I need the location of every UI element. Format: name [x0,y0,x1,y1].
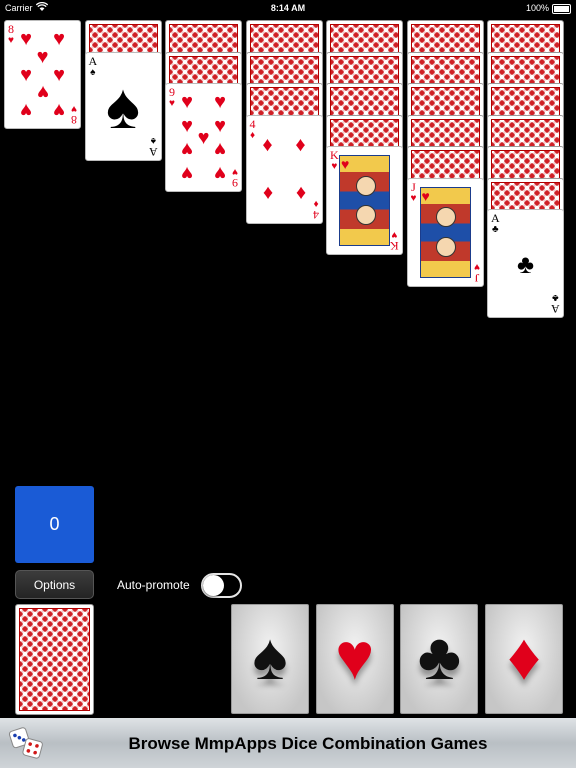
playing-card[interactable]: 4 ♦ 4 ♦ ♦ ♦ ♦ ♦ [245,114,323,224]
spade-icon: ♠ [252,619,288,693]
suit-pip-icon: ♥ [214,161,226,184]
card-corner-index: K ♥ [330,148,339,172]
suit-pip-icon: ♥ [36,80,49,103]
card-rank: K [390,239,399,253]
card-rank: A [88,53,98,68]
card-corner-index: J ♥ [473,260,480,285]
suit-pip-icon: ♥ [181,138,193,161]
card-rank: 8 [8,22,14,36]
card-suit-icon: ♠ [90,66,96,78]
ace-suit-icon: ♠ [106,70,140,142]
suit-pip-icon: ♥ [53,63,65,86]
card-corner-index: 8 ♥ [71,103,77,127]
playing-card[interactable]: 9 ♥ 9 ♥ ♥ ♥ ♥ ♥ ♥ ♥ ♥ ♥ ♥ [165,83,242,192]
card-corner-index: 4 ♦ [312,197,319,222]
suit-pip-icon: ♥ [20,28,32,51]
heart-icon: ♥ [335,619,375,693]
suit-pip-icon: ♥ [214,114,226,137]
card-suit-icon: ♠ [150,134,156,146]
foundation-diamonds[interactable]: ♦ [485,604,564,714]
playing-card[interactable]: A ♠ A ♠ ♠ [84,51,162,161]
card-rank: A [148,144,158,159]
card-suit-icon: ♥ [473,260,480,272]
suit-pip-icon: ♥ [181,161,193,184]
card-corner-index: 9 ♥ [169,85,175,109]
card-rank: K [330,148,339,162]
card-suit-icon: ♥ [71,103,77,114]
card-suit-icon: ♥ [232,166,238,177]
suit-pip-icon: ♦ [295,134,306,157]
suit-pip-icon: ♥ [53,28,65,51]
card-corner-index: 8 ♥ [8,22,14,46]
card-rank: J [411,179,416,194]
card-rank: 9 [232,176,238,190]
card-rank: J [474,270,479,285]
card-corner-index: J ♥ [410,179,417,204]
diamond-icon: ♦ [507,619,541,693]
court-head-icon [436,207,456,228]
card-corner-index: 9 ♥ [232,166,238,190]
card-suit-icon: ♥ [331,161,338,172]
stock-pile[interactable] [15,604,94,715]
court-suit-icon: ♥ [341,156,350,172]
battery-percent: 100% [525,3,549,13]
suit-pip-icon: ♥ [20,63,32,86]
suit-pip-icon: ♥ [36,46,49,69]
status-bar: Carrier 8:14 AM 100% [0,0,576,18]
card-corner-index: A ♠ [88,53,98,78]
playing-card[interactable]: J ♥ J ♥ ♥ [406,177,484,287]
foundation-spades[interactable]: ♠ [231,604,309,714]
suit-pip-icon: ♦ [295,181,306,204]
toggle-knob [203,575,224,596]
auto-promote-toggle[interactable] [201,573,242,598]
suit-pip-icon: ♥ [53,98,65,121]
card-corner-index: 4 ♦ [249,116,256,141]
suit-pip-icon: ♥ [214,91,226,114]
card-corner-index: A ♣ [491,211,500,235]
club-icon: ♣ [417,619,462,693]
battery-icon [552,4,571,14]
court-head-icon [355,175,376,196]
card-suit-icon: ♣ [492,224,499,235]
score-button[interactable]: 0 [15,486,94,563]
foundation-clubs[interactable]: ♣ [400,604,479,714]
card-suit-icon: ♦ [249,129,256,141]
card-rank: A [491,211,500,225]
card-rank: 9 [169,85,175,99]
card-rank: 4 [249,116,256,131]
card-corner-index: K ♥ [390,229,399,253]
suit-pip-icon: ♥ [181,91,193,114]
card-rank: A [551,302,560,316]
playing-card[interactable]: 8 ♥ 8 ♥ ♥ ♥ ♥ ♥ ♥ ♥ ♥ ♥ [4,20,81,129]
suit-pip-icon: ♥ [197,126,210,149]
card-corner-index: A ♠ [148,134,158,159]
suit-pip-icon: ♦ [262,134,273,157]
card-corner-index: A ♣ [551,292,560,316]
card-suit-icon: ♥ [169,98,175,109]
card-suit-icon: ♥ [8,35,14,46]
suit-pip-icon: ♥ [181,114,193,137]
court-suit-icon: ♥ [421,187,430,204]
ace-suit-icon: ♣ [516,248,535,279]
card-suit-icon: ♥ [410,192,417,204]
card-rank: 4 [312,207,319,222]
playing-card[interactable]: K ♥ K ♥ ♥ [326,146,403,255]
clock: 8:14 AM [270,3,306,13]
ad-banner[interactable]: Browse MmpApps Dice Combination Games [0,718,576,768]
options-button[interactable]: Options [15,570,94,599]
suit-pip-icon: ♦ [262,181,273,204]
suit-pip-icon: ♥ [20,98,32,121]
card-rank: 8 [71,113,77,127]
playing-card[interactable]: A ♣ A ♣ ♣ [487,209,564,318]
banner-text: Browse MmpApps Dice Combination Games [128,734,488,753]
court-head-icon [436,236,456,257]
foundation-hearts[interactable]: ♥ [315,604,394,714]
auto-promote-label: Auto-promote [117,578,190,592]
court-head-icon [355,205,376,226]
suit-pip-icon: ♥ [214,138,226,161]
card-suit-icon: ♦ [312,197,319,209]
